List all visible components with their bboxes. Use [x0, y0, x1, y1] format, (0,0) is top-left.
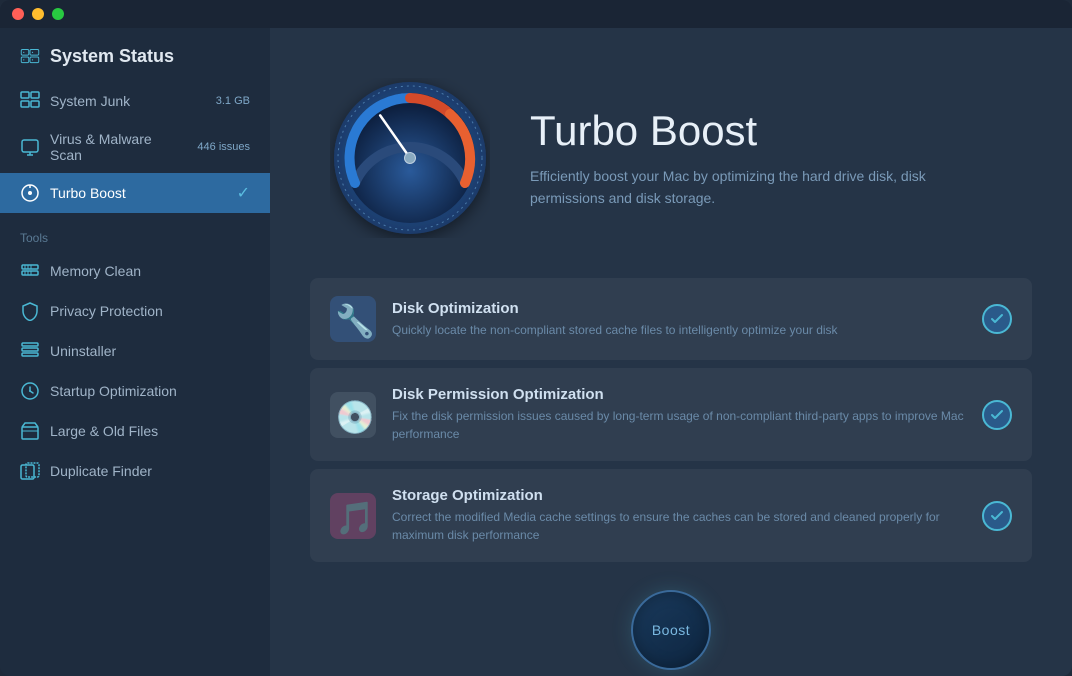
sidebar-item-label: Duplicate Finder [50, 463, 250, 479]
storage-optimization-icon: 🎵 [330, 493, 376, 539]
sidebar-item-virus-malware[interactable]: Virus & Malware Scan 446 issues [0, 121, 270, 173]
card-title: Storage Optimization [392, 487, 966, 504]
turbo-boost-icon [20, 183, 40, 203]
card-description: Correct the modified Media cache setting… [392, 508, 966, 544]
memory-clean-icon [20, 261, 40, 281]
boost-section: Boost [270, 570, 1072, 676]
sidebar-item-startup-optimization[interactable]: Startup Optimization [0, 371, 270, 411]
sidebar-item-system-junk[interactable]: System Junk 3.1 GB [0, 81, 270, 121]
sidebar-item-turbo-boost[interactable]: Turbo Boost ✓ [0, 173, 270, 213]
sidebar-item-label: Privacy Protection [50, 303, 250, 319]
sidebar-nav: System Junk 3.1 GB Virus & Malware Scan … [0, 81, 270, 213]
sidebar: System Status System Junk 3.1 GB [0, 28, 270, 676]
sidebar-item-label: Memory Clean [50, 263, 250, 279]
card-description: Quickly locate the non-compliant stored … [392, 321, 966, 339]
hero-section: Turbo Boost Efficiently boost your Mac b… [270, 28, 1072, 278]
sidebar-item-uninstaller[interactable]: Uninstaller [0, 331, 270, 371]
privacy-protection-icon [20, 301, 40, 321]
storage-optimization-check [982, 501, 1012, 531]
app-window: System Status System Junk 3.1 GB [0, 0, 1072, 676]
sidebar-item-badge: 446 issues [197, 141, 250, 153]
hero-text: Turbo Boost Efficiently boost your Mac b… [530, 107, 1012, 210]
card-title: Disk Optimization [392, 300, 966, 317]
tools-section-label: Tools [0, 213, 270, 251]
virus-malware-icon [20, 137, 40, 157]
disk-permission-icon: 💿 [330, 392, 376, 438]
svg-text:🎵: 🎵 [335, 500, 375, 536]
sidebar-item-label: Large & Old Files [50, 423, 250, 439]
tools-nav: Memory Clean Privacy Protection [0, 251, 270, 491]
sidebar-header: System Status [0, 28, 270, 81]
disk-permission-card: 💿 Disk Permission Optimization Fix the d… [310, 368, 1032, 461]
sidebar-item-privacy-protection[interactable]: Privacy Protection [0, 291, 270, 331]
card-description: Fix the disk permission issues caused by… [392, 407, 966, 443]
sidebar-item-memory-clean[interactable]: Memory Clean [0, 251, 270, 291]
hero-title: Turbo Boost [530, 107, 1012, 155]
check-icon: ✓ [237, 183, 250, 203]
sidebar-item-duplicate-finder[interactable]: Duplicate Finder [0, 451, 270, 491]
svg-text:🔧: 🔧 [335, 302, 375, 339]
gauge-container [330, 78, 490, 238]
app-title: System Status [50, 46, 174, 67]
sidebar-item-label: System Junk [50, 93, 206, 109]
sidebar-item-large-old-files[interactable]: Large & Old Files [0, 411, 270, 451]
main-layout: System Status System Junk 3.1 GB [0, 28, 1072, 676]
hero-description: Efficiently boost your Mac by optimizing… [530, 165, 970, 210]
card-title: Disk Permission Optimization [392, 386, 966, 403]
sidebar-item-label: Uninstaller [50, 343, 250, 359]
main-content: Turbo Boost Efficiently boost your Mac b… [270, 28, 1072, 676]
sidebar-item-badge: 3.1 GB [216, 95, 250, 107]
card-text-storage-optimization: Storage Optimization Correct the modifie… [392, 487, 966, 544]
maximize-button[interactable] [52, 8, 64, 20]
close-button[interactable] [12, 8, 24, 20]
svg-text:💿: 💿 [335, 399, 375, 436]
storage-optimization-card: 🎵 Storage Optimization Correct the modif… [310, 469, 1032, 562]
duplicate-finder-icon [20, 461, 40, 481]
disk-optimization-icon: 🔧 [330, 296, 376, 342]
title-bar [0, 0, 1072, 28]
startup-optimization-icon [20, 381, 40, 401]
minimize-button[interactable] [32, 8, 44, 20]
sidebar-item-label: Turbo Boost [50, 185, 227, 201]
boost-button[interactable]: Boost [631, 590, 711, 670]
disk-optimization-card: 🔧 Disk Optimization Quickly locate the n… [310, 278, 1032, 360]
card-text-disk-permission: Disk Permission Optimization Fix the dis… [392, 386, 966, 443]
gauge-svg [330, 78, 490, 238]
cards-section: 🔧 Disk Optimization Quickly locate the n… [270, 278, 1072, 570]
app-icon [20, 47, 40, 67]
large-old-files-icon [20, 421, 40, 441]
uninstaller-icon [20, 341, 40, 361]
system-junk-icon [20, 91, 40, 111]
disk-permission-check [982, 400, 1012, 430]
sidebar-item-label: Startup Optimization [50, 383, 250, 399]
disk-optimization-check [982, 304, 1012, 334]
card-text-disk-optimization: Disk Optimization Quickly locate the non… [392, 300, 966, 339]
sidebar-item-label: Virus & Malware Scan [50, 131, 187, 163]
